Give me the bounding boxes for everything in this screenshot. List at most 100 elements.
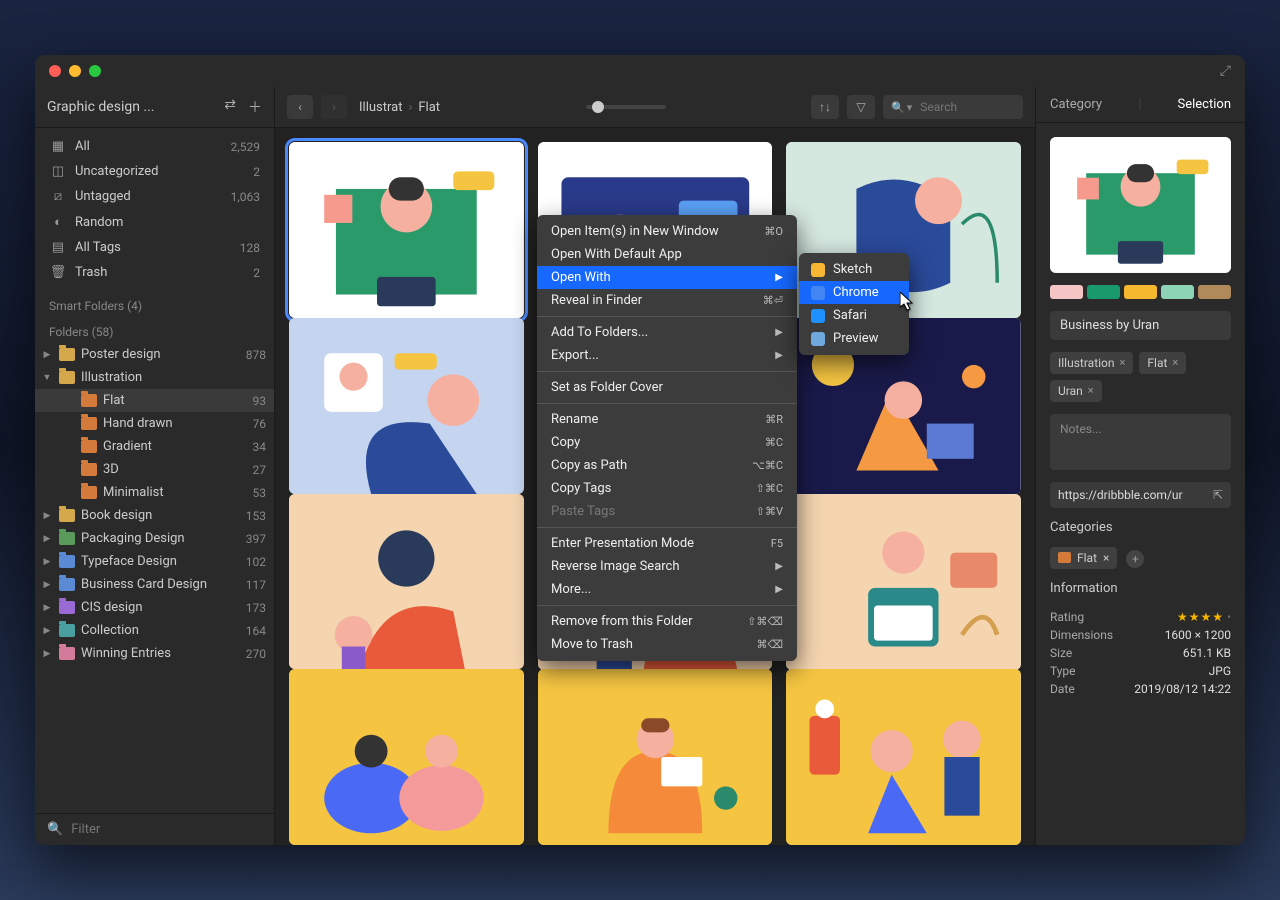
folders-label[interactable]: Folders (58) [35, 317, 274, 343]
menu-item-set-as-folder-cover[interactable]: Set as Folder Cover [537, 376, 797, 399]
library-header[interactable]: Graphic design ... ⇄ ＋ [35, 87, 274, 128]
menu-item-copy-as-path[interactable]: Copy as Path⌥⌘C [537, 454, 797, 477]
breadcrumb[interactable]: Illustrat › Flat [359, 100, 440, 115]
open-with-submenu[interactable]: SketchChromeSafariPreview [799, 253, 909, 355]
minimize-icon[interactable] [69, 65, 81, 77]
sidebar-filter[interactable]: 🔍 [35, 813, 274, 845]
menu-item-reverse-image-search[interactable]: Reverse Image Search▶ [537, 555, 797, 578]
thumbnail[interactable] [289, 142, 524, 318]
tag[interactable]: Uran× [1050, 380, 1102, 402]
swap-icon[interactable]: ⇄ [224, 97, 236, 117]
color-swatch[interactable] [1087, 285, 1120, 299]
disclosure-icon[interactable]: ▶ [41, 350, 53, 360]
sidebar-item-random[interactable]: ◐Random [35, 209, 274, 235]
folder-cis-design[interactable]: ▶CIS design173 [35, 596, 274, 619]
color-swatch[interactable] [1050, 285, 1083, 299]
disclosure-icon[interactable]: ▶ [41, 557, 53, 567]
thumbnail[interactable] [538, 669, 773, 845]
menu-item-export-[interactable]: Export...▶ [537, 344, 797, 367]
menu-item-open-with-default-app[interactable]: Open With Default App [537, 243, 797, 266]
submenu-item-preview[interactable]: Preview [799, 327, 909, 350]
submenu-item-sketch[interactable]: Sketch [799, 258, 909, 281]
category-chip[interactable]: Flat × [1050, 547, 1117, 569]
tag[interactable]: Flat× [1139, 352, 1186, 374]
folder-minimalist[interactable]: Minimalist53 [35, 481, 274, 504]
folder-business-card-design[interactable]: ▶Business Card Design117 [35, 573, 274, 596]
thumbnail[interactable] [289, 318, 524, 494]
folder-illustration[interactable]: ▼Illustration [35, 366, 274, 389]
toolbar: ‹ › Illustrat › Flat ↑↓ ▽ 🔍 ▾ [275, 87, 1035, 128]
remove-icon[interactable]: × [1103, 551, 1109, 565]
disclosure-icon[interactable]: ▶ [41, 580, 53, 590]
title-field[interactable]: Business by Uran [1050, 311, 1231, 340]
external-link-icon[interactable]: ⇱ [1213, 488, 1223, 502]
menu-item-open-with[interactable]: Open With▶ [537, 266, 797, 289]
folder-typeface-design[interactable]: ▶Typeface Design102 [35, 550, 274, 573]
add-icon[interactable]: ＋ [248, 97, 262, 117]
sort-button[interactable]: ↑↓ [811, 95, 839, 119]
disclosure-icon[interactable]: ▶ [41, 603, 53, 613]
menu-item-open-item-s-in-new-window[interactable]: Open Item(s) in New Window⌘O [537, 220, 797, 243]
folder-book-design[interactable]: ▶Book design153 [35, 504, 274, 527]
tag[interactable]: Illustration× [1050, 352, 1133, 374]
submenu-item-safari[interactable]: Safari [799, 304, 909, 327]
disclosure-icon[interactable]: ▼ [41, 372, 53, 383]
filter-input[interactable] [71, 822, 262, 837]
folder-poster-design[interactable]: ▶Poster design878 [35, 343, 274, 366]
notes-field[interactable]: Notes... [1050, 414, 1231, 470]
smart-folders-label[interactable]: Smart Folders (4) [35, 291, 274, 317]
folder-flat[interactable]: Flat93 [35, 389, 274, 412]
folder-hand-drawn[interactable]: Hand drawn76 [35, 412, 274, 435]
breadcrumb-segment[interactable]: Flat [418, 100, 440, 115]
context-menu[interactable]: Open Item(s) in New Window⌘OOpen With De… [537, 215, 797, 661]
menu-item-reveal-in-finder[interactable]: Reveal in Finder⌘⏎ [537, 289, 797, 312]
submenu-item-chrome[interactable]: Chrome [799, 281, 909, 304]
disclosure-icon[interactable]: ▶ [41, 649, 53, 659]
thumbnail-size-slider[interactable] [586, 105, 666, 109]
back-button[interactable]: ‹ [287, 95, 313, 119]
menu-item-rename[interactable]: Rename⌘R [537, 408, 797, 431]
url-field[interactable]: https://dribbble.com/ur ⇱ [1050, 482, 1231, 508]
menu-item-add-to-folders-[interactable]: Add To Folders...▶ [537, 321, 797, 344]
menu-item-more-[interactable]: More...▶ [537, 578, 797, 601]
filter-button[interactable]: ▽ [847, 95, 875, 119]
thumbnail[interactable] [786, 494, 1021, 670]
untagged-icon: ⧄ [49, 189, 67, 204]
folder-3d[interactable]: 3D27 [35, 458, 274, 481]
menu-item-move-to-trash[interactable]: Move to Trash⌘⌫ [537, 633, 797, 656]
breadcrumb-segment[interactable]: Illustrat [359, 100, 402, 115]
sidebar-item-all-tags[interactable]: ▤All Tags128 [35, 235, 274, 260]
tab-category[interactable]: Category [1050, 97, 1102, 112]
tab-selection[interactable]: Selection [1178, 97, 1231, 112]
sidebar-item-trash[interactable]: 🗑Trash2 [35, 260, 274, 285]
menu-item-copy[interactable]: Copy⌘C [537, 431, 797, 454]
sidebar-item-all[interactable]: ▦All2,529 [35, 134, 274, 159]
folder-packaging-design[interactable]: ▶Packaging Design397 [35, 527, 274, 550]
menu-item-enter-presentation-mode[interactable]: Enter Presentation ModeF5 [537, 532, 797, 555]
search-field[interactable]: 🔍 ▾ [883, 95, 1023, 119]
color-swatch[interactable] [1124, 285, 1157, 299]
remove-tag-icon[interactable]: × [1088, 384, 1094, 397]
forward-button[interactable]: › [321, 95, 347, 119]
disclosure-icon[interactable]: ▶ [41, 511, 53, 521]
folder-winning-entries[interactable]: ▶Winning Entries270 [35, 642, 274, 665]
remove-tag-icon[interactable]: × [1120, 356, 1126, 369]
thumbnail[interactable] [289, 669, 524, 845]
disclosure-icon[interactable]: ▶ [41, 534, 53, 544]
close-icon[interactable] [49, 65, 61, 77]
color-swatch[interactable] [1161, 285, 1194, 299]
thumbnail[interactable] [786, 669, 1021, 845]
zoom-icon[interactable] [89, 65, 101, 77]
folder-gradient[interactable]: Gradient34 [35, 435, 274, 458]
folder-collection[interactable]: ▶Collection164 [35, 619, 274, 642]
color-swatch[interactable] [1198, 285, 1231, 299]
sidebar-item-uncategorized[interactable]: ◫Uncategorized2 [35, 159, 274, 184]
pin-icon[interactable]: ⤢ [1220, 63, 1231, 79]
menu-item-remove-from-this-folder[interactable]: Remove from this Folder⇧⌘⌫ [537, 610, 797, 633]
menu-item-copy-tags[interactable]: Copy Tags⇧⌘C [537, 477, 797, 500]
add-category-button[interactable]: + [1126, 550, 1144, 568]
remove-tag-icon[interactable]: × [1172, 356, 1178, 369]
disclosure-icon[interactable]: ▶ [41, 626, 53, 636]
thumbnail[interactable] [289, 494, 524, 670]
sidebar-item-untagged[interactable]: ⧄Untagged1,063 [35, 184, 274, 209]
